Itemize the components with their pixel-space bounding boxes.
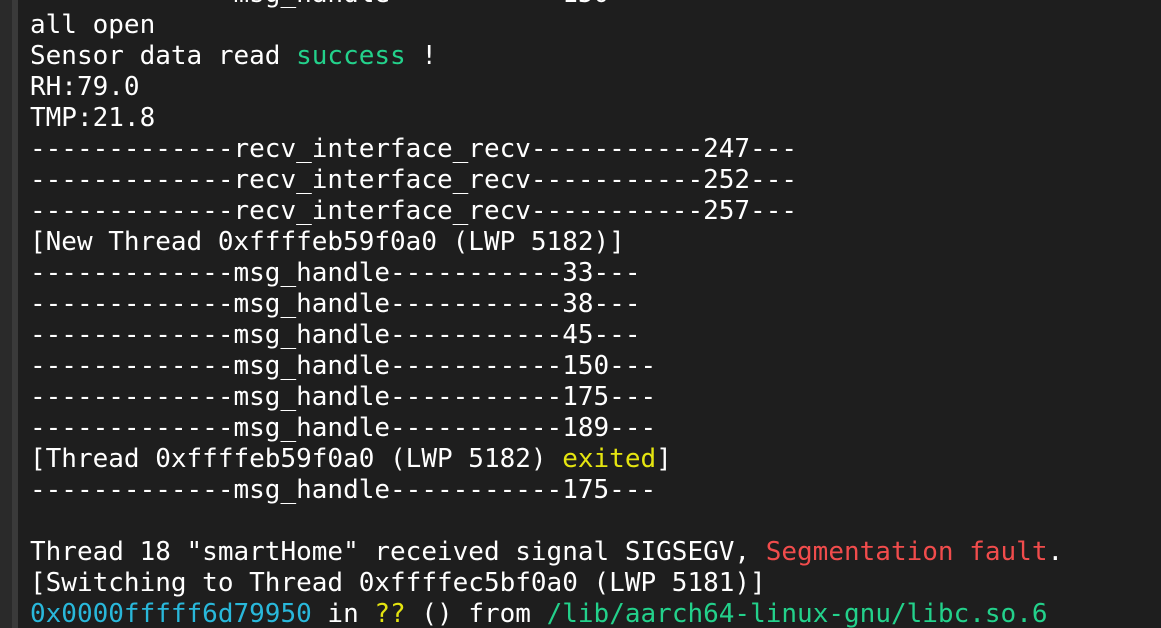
terminal-line: -------------msg_handle-----------189--- — [30, 413, 1063, 444]
terminal-text-segment: ! — [405, 41, 437, 71]
terminal-text-segment: [New Thread 0xffffeb59f0a0 (LWP 5182)] — [30, 227, 625, 257]
terminal-line: [Switching to Thread 0xffffec5bf0a0 (LWP… — [30, 568, 1063, 599]
terminal-text-segment: -------------msg_handle-----------45--- — [30, 320, 641, 350]
terminal-text-segment: all open — [30, 10, 156, 40]
terminal-line: -------------recv_interface_recv--------… — [30, 134, 1063, 165]
terminal-text-segment: -------------recv_interface_recv--------… — [30, 196, 798, 226]
terminal-text-segment: () from — [405, 599, 547, 628]
terminal-text-segment: ?? — [374, 599, 406, 628]
terminal-text-segment: [Thread 0xffffeb59f0a0 (LWP 5182) — [30, 444, 563, 474]
terminal-text-segment: -------------recv_interface_recv--------… — [30, 134, 798, 164]
terminal-text-segment: ] — [656, 444, 672, 474]
terminal-text-segment: success — [296, 41, 406, 71]
terminal-text-segment: RH:79.0 — [30, 72, 140, 102]
terminal-text-segment: -------------msg_handle-----------189--- — [30, 413, 657, 443]
terminal-text-segment: -------------msg_handle-----------150--- — [30, 0, 656, 9]
terminal-line: -------------recv_interface_recv--------… — [30, 165, 1063, 196]
terminal-text-segment: Thread 18 "smartHome" received signal SI… — [30, 537, 766, 567]
terminal-text-segment: -------------recv_interface_recv--------… — [30, 165, 798, 195]
terminal-text-segment: Segmentation fault — [765, 537, 1048, 567]
terminal-line: -------------msg_handle-----------33--- — [30, 258, 1063, 289]
terminal-text-segment: 0x0000fffff6d79950 — [30, 599, 312, 628]
terminal-line: -------------msg_handle-----------150--- — [30, 351, 1063, 382]
terminal-text-segment: . — [1047, 537, 1064, 567]
terminal-text-segment: -------------msg_handle-----------150--- — [30, 351, 657, 381]
terminal-line: -------------msg_handle-----------175--- — [30, 382, 1063, 413]
window-gutter — [0, 0, 12, 628]
terminal-text-segment: -------------msg_handle-----------38--- — [30, 289, 641, 319]
terminal-line: -------------msg_handle-----------38--- — [30, 289, 1063, 320]
terminal-line: [Thread 0xffffeb59f0a0 (LWP 5182) exited… — [30, 444, 1063, 475]
terminal-output: -------------msg_handle-----------150---… — [30, 0, 1063, 628]
terminal-text-segment: exited — [562, 444, 657, 474]
terminal-text-segment: -------------msg_handle-----------175--- — [30, 382, 657, 412]
terminal-line: -------------msg_handle-----------175--- — [30, 475, 1063, 506]
terminal-line: [New Thread 0xffffeb59f0a0 (LWP 5182)] — [30, 227, 1063, 258]
terminal-window[interactable]: -------------msg_handle-----------150---… — [0, 0, 1161, 628]
terminal-line: TMP:21.8 — [30, 103, 1063, 134]
terminal-text-segment: Sensor data read — [30, 41, 297, 71]
terminal-line: all open — [30, 10, 1063, 41]
terminal-line: Sensor data read success ! — [30, 41, 1063, 72]
terminal-text-segment: -------------msg_handle-----------175--- — [30, 475, 657, 505]
terminal-line: -------------recv_interface_recv--------… — [30, 196, 1063, 227]
terminal-text-segment: TMP:21.8 — [30, 103, 156, 133]
terminal-line: 0x0000fffff6d79950 in ?? () from /lib/aa… — [30, 599, 1063, 628]
terminal-text-segment: -------------msg_handle-----------33--- — [30, 258, 641, 288]
terminal-line: -------------msg_handle-----------150--- — [30, 0, 1063, 10]
terminal-text-segment: [Switching to Thread 0xffffec5bf0a0 (LWP… — [30, 568, 766, 598]
terminal-line: -------------msg_handle-----------45--- — [30, 320, 1063, 351]
terminal-text-segment: /lib/aarch64-linux-gnu/libc.so.6 — [546, 599, 1048, 628]
terminal-line: Thread 18 "smartHome" received signal SI… — [30, 537, 1063, 568]
window-border — [12, 0, 18, 628]
terminal-text-segment: in — [311, 599, 375, 628]
terminal-line: RH:79.0 — [30, 72, 1063, 103]
